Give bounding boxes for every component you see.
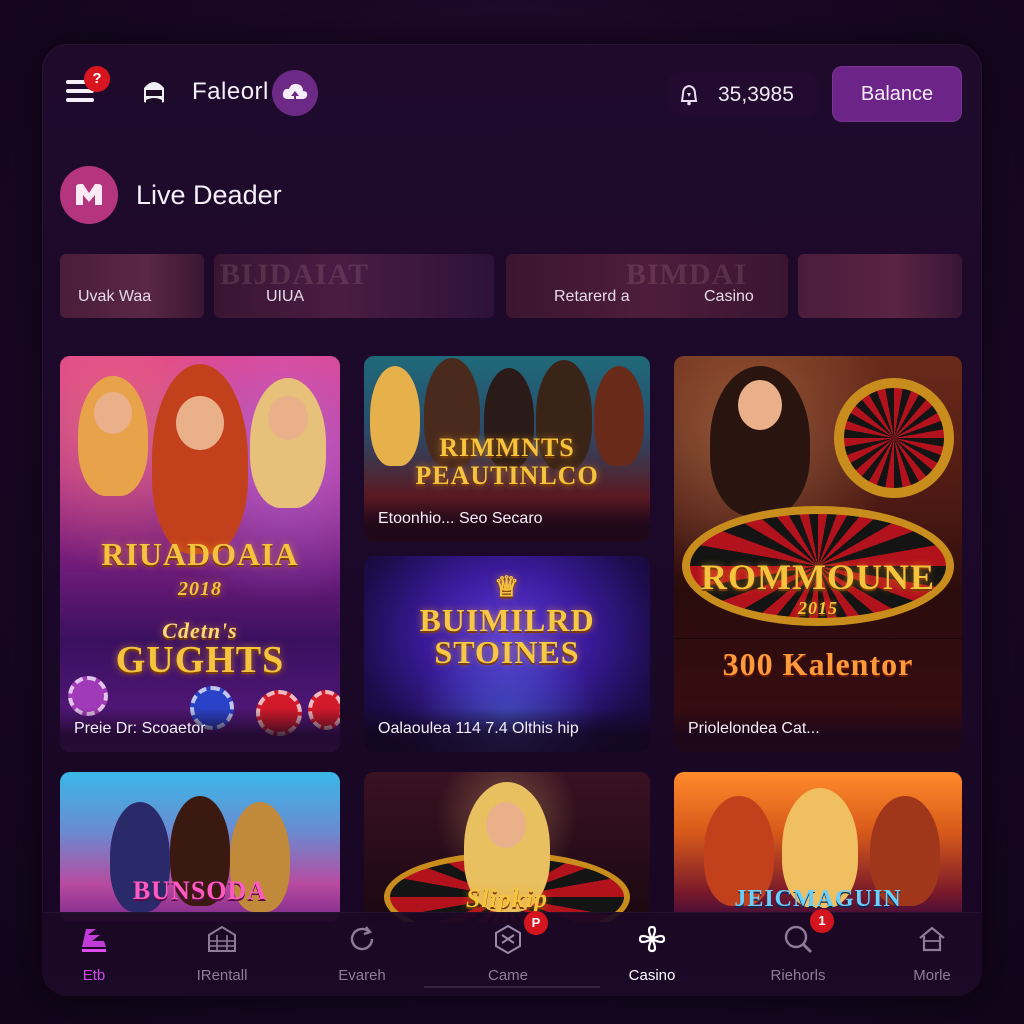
nav-item-casino[interactable]: Casino — [592, 913, 712, 996]
nav-badge: P — [524, 911, 548, 935]
section-avatar — [60, 166, 118, 224]
roulette-wheel-art — [834, 378, 954, 498]
game-year: 2018 — [178, 578, 222, 600]
game-card[interactable]: Slipkip — [364, 772, 650, 922]
search-icon — [784, 925, 812, 953]
section-title: Live Deader — [136, 180, 282, 210]
nav-label: Evareh — [338, 967, 386, 984]
category-label: Casino — [704, 288, 754, 305]
mascot-icon — [144, 82, 164, 105]
figure-art — [94, 392, 132, 434]
slots-icon — [82, 929, 106, 952]
game-card[interactable]: ♕ BUIMILRD STOINES Oalaoulea 114 7.4 Olt… — [364, 556, 650, 752]
bottom-navigation: Etb IRentall Evareh P Came Casino 1 Rieh… — [42, 909, 982, 996]
game-title-art: BUIMILRD STOINES — [419, 602, 595, 670]
clover-icon — [638, 925, 666, 953]
figure-art — [152, 364, 248, 554]
category-watermark: BIJDAIAT — [220, 258, 370, 291]
nav-badge: 1 — [810, 909, 834, 933]
game-title-art: Slipkip — [465, 884, 549, 913]
building-icon — [208, 925, 236, 952]
game-caption: Preie Dr: Scoaetor — [60, 708, 340, 752]
menu-notification-badge: ? — [84, 66, 110, 92]
nav-item-riehorls[interactable]: 1 Riehorls — [738, 909, 858, 996]
category-tile[interactable]: BIMDAI Retarerd a Casino — [506, 254, 788, 318]
game-title-art: RIMMNTS PEAUTINLCO — [415, 433, 599, 490]
game-card[interactable]: RIMMNTS PEAUTINLCO Etoonhio... Seo Secar… — [364, 356, 650, 542]
game-caption: Priolelondea Cat... — [674, 708, 962, 752]
refresh-icon — [350, 926, 374, 951]
nav-item-came[interactable]: P Came — [448, 911, 568, 996]
category-strip: Uvak Waa BIJDAIAT UIUA BIMDAI Retarerd a… — [60, 254, 962, 318]
nav-label: Casino — [628, 967, 676, 984]
game-title-art: ROMMOUNE — [701, 557, 935, 597]
hexagon-icon — [495, 924, 521, 955]
nav-item-evareh[interactable]: Evareh — [302, 913, 422, 996]
nav-label: Came — [487, 967, 528, 984]
balance-button[interactable]: Balance — [832, 66, 962, 122]
nav-item-morle[interactable]: Morle — [872, 913, 982, 996]
game-card[interactable]: ROMMOUNE 2015 300 Kalentor Priolelondea … — [674, 356, 962, 752]
game-caption: Etoonhio... Seo Secaro — [364, 498, 650, 542]
brand-name: Faleorl — [192, 78, 269, 105]
category-watermark: BIMDAI — [626, 258, 748, 291]
balance-display: 35,3985 — [668, 72, 818, 116]
game-card[interactable]: BUNSODA — [60, 772, 340, 922]
home-icon — [919, 926, 945, 952]
nav-label: Riehorls — [770, 967, 826, 984]
game-title-art: RIUADOAIA — [101, 536, 299, 572]
trophy-icon: ♕ — [493, 572, 521, 603]
category-label: Retarerd a — [554, 288, 630, 305]
game-card[interactable]: RIUADOAIA 2018 Cdetn's GUGHTS Preie Dr: … — [60, 356, 340, 752]
game-card[interactable]: JEICMAGUIN — [674, 772, 962, 922]
cloud-sync-button[interactable] — [272, 70, 318, 116]
category-label: UIUA — [266, 288, 305, 305]
nav-label: Morle — [913, 967, 951, 984]
game-caption: Oalaoulea 114 7.4 Olthis hip — [364, 708, 650, 752]
nav-label: IRentall — [196, 967, 248, 984]
nav-label: Etb — [82, 967, 106, 984]
category-label: Uvak Waa — [78, 288, 152, 305]
figure-art — [486, 802, 526, 848]
game-subtitle-art: GUGHTS — [115, 639, 285, 681]
divider — [674, 638, 962, 639]
category-tile[interactable]: Uvak Waa — [60, 254, 204, 318]
promo-art: 300 Kalentor — [722, 646, 914, 682]
game-year: 2015 — [798, 598, 838, 618]
game-title-art: BUNSODA — [132, 876, 268, 905]
cloud-icon — [282, 83, 308, 101]
category-tile[interactable] — [798, 254, 962, 318]
casino-app: ? Faleorl 35,3985 Balance Live Deader Uv… — [42, 44, 982, 996]
figure-art — [268, 396, 308, 440]
bell-icon[interactable] — [678, 84, 700, 106]
category-tile[interactable]: BIJDAIAT UIUA — [214, 254, 494, 318]
nav-item-rentall[interactable]: IRentall — [162, 913, 282, 996]
figure-art — [176, 396, 224, 450]
figure-art — [738, 380, 782, 430]
m-logo-icon — [76, 184, 102, 205]
nav-item-etb[interactable]: Etb — [42, 913, 154, 996]
balance-amount: 35,3985 — [718, 83, 794, 106]
